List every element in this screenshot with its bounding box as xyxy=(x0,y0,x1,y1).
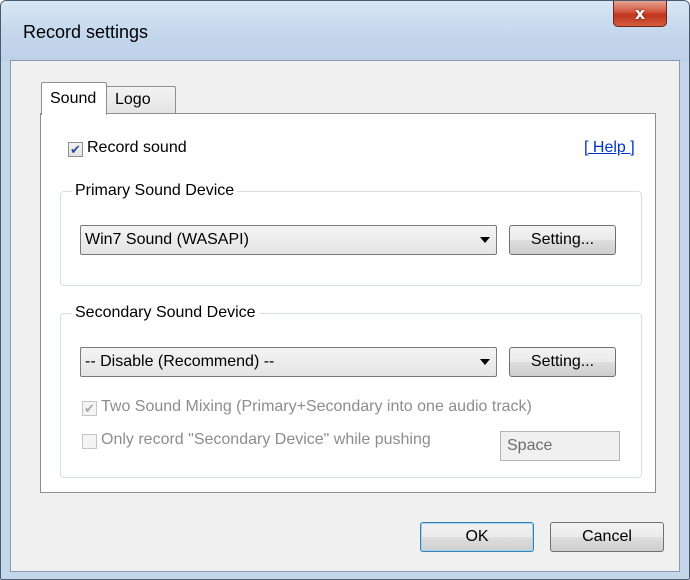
secondary-device-select[interactable]: -- Disable (Recommend) -- xyxy=(80,347,497,377)
only-record-secondary-checkbox[interactable] xyxy=(82,434,97,449)
record-sound-checkbox[interactable]: ✔ xyxy=(68,142,83,157)
secondary-sound-device-legend: Secondary Sound Device xyxy=(72,304,259,322)
title-bar[interactable]: Record settings x xyxy=(1,1,689,61)
ok-label: OK xyxy=(465,528,489,545)
tab-logo-label: Logo xyxy=(115,91,151,108)
record-settings-window: Record settings x Sound Logo ✔ Record so… xyxy=(0,0,690,580)
window-title: Record settings xyxy=(23,22,149,42)
hotkey-field[interactable]: Space xyxy=(500,431,620,461)
cancel-button[interactable]: Cancel xyxy=(550,522,664,552)
primary-device-value: Win7 Sound (WASAPI) xyxy=(85,231,249,248)
close-icon: x xyxy=(634,4,646,23)
hotkey-value: Space xyxy=(507,437,553,454)
two-sound-mixing-label[interactable]: Two Sound Mixing (Primary+Secondary into… xyxy=(101,398,532,416)
chevron-down-icon xyxy=(480,359,490,365)
primary-setting-button[interactable]: Setting... xyxy=(509,225,616,255)
secondary-device-value: -- Disable (Recommend) -- xyxy=(85,353,275,370)
sound-tab-panel: ✔ Record sound [ Help ] Primary Sound De… xyxy=(40,113,656,493)
tab-logo[interactable]: Logo xyxy=(106,86,176,114)
primary-setting-label: Setting... xyxy=(530,231,595,248)
only-record-secondary-label[interactable]: Only record "Secondary Device" while pus… xyxy=(101,431,431,449)
secondary-setting-button[interactable]: Setting... xyxy=(509,347,616,377)
ok-button[interactable]: OK xyxy=(420,522,534,552)
tab-sound-label: Sound xyxy=(50,90,97,107)
record-sound-label[interactable]: Record sound xyxy=(87,139,187,157)
two-sound-mixing-checkbox[interactable]: ✔ xyxy=(82,401,97,416)
dialog-body: Sound Logo ✔ Record sound [ Help ] Prima… xyxy=(10,60,680,572)
help-link[interactable]: [ Help ] xyxy=(584,139,635,157)
chevron-down-icon xyxy=(480,237,490,243)
secondary-setting-label: Setting... xyxy=(530,353,595,370)
tab-sound[interactable]: Sound xyxy=(41,82,107,115)
primary-sound-device-legend: Primary Sound Device xyxy=(72,182,238,200)
cancel-label: Cancel xyxy=(582,528,632,545)
close-button[interactable]: x xyxy=(613,1,667,27)
primary-device-select[interactable]: Win7 Sound (WASAPI) xyxy=(80,225,497,255)
